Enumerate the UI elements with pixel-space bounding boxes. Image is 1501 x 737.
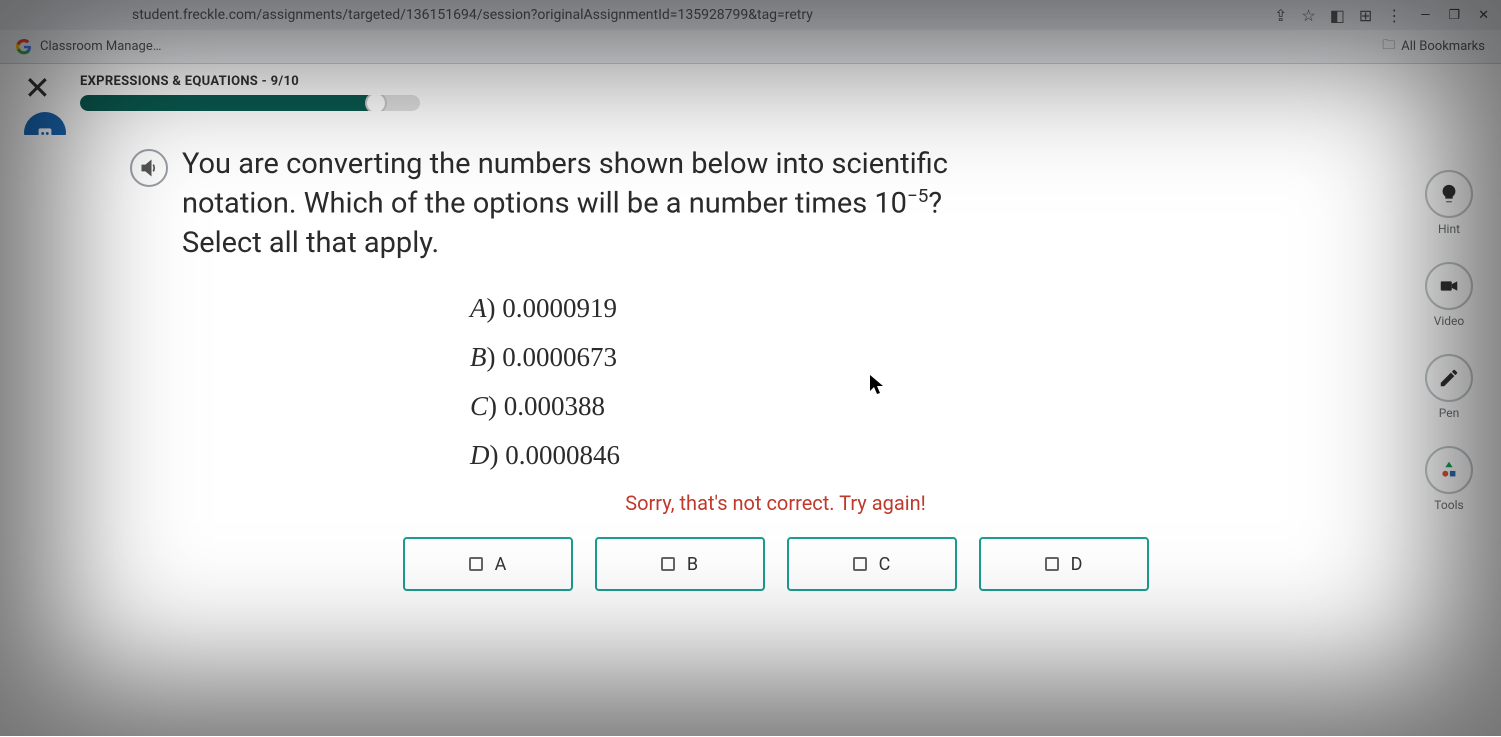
app-header: ✕ EXPRESSIONS & EQUATIONS - 9/10: [0, 64, 1501, 135]
choice-letter: B: [470, 342, 487, 372]
answer-label: A: [495, 554, 507, 575]
star-icon[interactable]: ☆: [1301, 6, 1315, 25]
choice-c: C) 0.000388: [470, 391, 1421, 422]
menu-icon[interactable]: ⋮: [1386, 6, 1402, 25]
tool-label: Tools: [1434, 498, 1463, 512]
checkbox-icon: [1045, 557, 1059, 571]
extension-icon[interactable]: ◧: [1330, 6, 1345, 25]
hint-tool[interactable]: Hint: [1425, 170, 1473, 236]
browser-address-bar: student.freckle.com/assignments/targeted…: [0, 0, 1501, 30]
url-text[interactable]: student.freckle.com/assignments/targeted…: [132, 7, 813, 23]
share-icon[interactable]: ⇪: [1274, 6, 1287, 25]
question-pre: You are converting the numbers shown bel…: [182, 147, 948, 221]
progress-fill: [80, 95, 376, 111]
tool-label: Hint: [1438, 222, 1460, 236]
choice-letter: A: [470, 293, 487, 323]
choice-value: 0.0000919: [502, 293, 617, 323]
choice-value: 0.0000846: [505, 440, 620, 470]
bookmark-classroom[interactable]: Classroom Manage…: [40, 39, 161, 54]
answer-label: B: [687, 554, 698, 575]
checkbox-icon: [853, 557, 867, 571]
choice-value: 0.0000673: [502, 342, 617, 372]
answer-d-button[interactable]: D: [979, 537, 1149, 591]
choice-value: 0.000388: [504, 391, 605, 421]
main-content: You are converting the numbers shown bel…: [0, 135, 1501, 737]
question-text: You are converting the numbers shown bel…: [182, 145, 962, 263]
answer-b-button[interactable]: B: [595, 537, 765, 591]
lightbulb-icon: [1438, 183, 1460, 205]
window-maximize-icon[interactable]: ❐: [1448, 8, 1460, 23]
window-minimize-icon[interactable]: —: [1420, 8, 1430, 23]
video-tool[interactable]: Video: [1425, 262, 1473, 328]
tool-label: Pen: [1439, 406, 1459, 420]
choice-b: B) 0.0000673: [470, 342, 1421, 373]
read-aloud-button[interactable]: [130, 149, 168, 187]
shapes-icon: [1438, 459, 1460, 481]
choices-list: A) 0.0000919 B) 0.0000673 C) 0.000388 D)…: [130, 293, 1421, 471]
choice-letter: D: [470, 440, 490, 470]
checkbox-icon: [661, 557, 675, 571]
progress-bar: [80, 95, 420, 111]
window-close-icon[interactable]: ✕: [1478, 8, 1489, 23]
close-button[interactable]: ✕: [24, 72, 51, 104]
pen-tool[interactable]: Pen: [1425, 354, 1473, 420]
checkbox-icon: [469, 557, 483, 571]
video-icon: [1438, 275, 1460, 297]
choice-letter: C: [470, 391, 488, 421]
folder-icon: 🗀: [1382, 36, 1395, 58]
right-toolbar: Hint Video Pen Tools: [1425, 170, 1473, 512]
feedback-message: Sorry, that's not correct. Try again!: [130, 491, 1421, 515]
pencil-icon: [1438, 367, 1460, 389]
answer-row: A B C D: [130, 537, 1421, 591]
speaker-icon: [139, 158, 159, 178]
answer-label: D: [1071, 554, 1083, 575]
answer-label: C: [879, 554, 891, 575]
puzzle-icon[interactable]: ⊞: [1359, 6, 1372, 25]
answer-c-button[interactable]: C: [787, 537, 957, 591]
topic-label: EXPRESSIONS & EQUATIONS - 9/10: [80, 74, 1481, 89]
bookmarks-bar: Classroom Manage… 🗀 All Bookmarks: [0, 30, 1501, 64]
all-bookmarks-label: All Bookmarks: [1401, 39, 1485, 54]
question-exponent: −5: [907, 185, 928, 207]
tool-label: Video: [1434, 314, 1465, 328]
tools-tool[interactable]: Tools: [1425, 446, 1473, 512]
choice-d: D) 0.0000846: [470, 440, 1421, 471]
answer-a-button[interactable]: A: [403, 537, 573, 591]
all-bookmarks-button[interactable]: 🗀 All Bookmarks: [1382, 36, 1485, 58]
google-g-icon: [16, 39, 32, 55]
choice-a: A) 0.0000919: [470, 293, 1421, 324]
progress-thumb: [365, 95, 387, 111]
